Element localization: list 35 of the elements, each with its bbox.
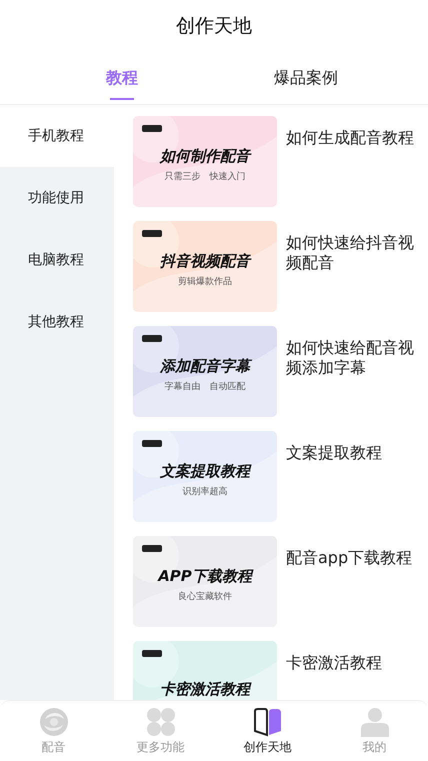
tag-icon — [142, 440, 162, 447]
banner-title: 文案提取教程 — [160, 462, 250, 480]
person-icon — [360, 706, 390, 736]
tag-icon — [142, 545, 162, 552]
nav-book-button[interactable]: 创作天地 — [214, 701, 321, 761]
tab[interactable]: 教程 — [30, 52, 214, 104]
tag-icon — [142, 230, 162, 237]
banner-title: 添加配音字幕 — [160, 356, 250, 376]
tutorial-title[interactable]: 如何快速给配音视频添加字幕 — [286, 326, 416, 378]
banner-title: APP下载教程 — [158, 566, 252, 586]
banner-subtitle: 剪辑爆款作品 — [178, 276, 232, 288]
tutorial-title[interactable]: 文案提取教程 — [286, 431, 416, 463]
tutorial-title[interactable]: 如何生成配音教程 — [286, 116, 416, 148]
banner-title: 抖音视频配音 — [160, 252, 250, 270]
tutorial-title[interactable]: 卡密激活教程 — [286, 641, 416, 673]
sidebar-item[interactable]: 其他教程 — [0, 291, 114, 353]
tutorial-title[interactable]: 如何快速给抖音视频配音 — [286, 221, 416, 273]
sidebar-item[interactable]: 手机教程 — [0, 105, 114, 167]
banner-subtitle: 识别率超高 — [182, 486, 228, 498]
swirl-logo-icon — [38, 706, 68, 736]
tag-icon — [142, 125, 162, 132]
page-title: 创作天地 — [176, 14, 252, 39]
banner-subtitle: 只需三步 快速入门 — [164, 170, 246, 182]
grid-icon — [146, 706, 176, 736]
tutorial-title[interactable]: 配音app下载教程 — [286, 536, 416, 568]
banner-subtitle: 字幕自由 自动匹配 — [164, 380, 246, 392]
banner-title: 如何制作配音 — [160, 146, 250, 166]
tab[interactable]: 爆品案例 — [214, 52, 398, 104]
banner-subtitle: 良心宝藏软件 — [178, 590, 232, 602]
book-icon — [252, 706, 282, 736]
banner-title: 卡密激活教程 — [160, 680, 250, 699]
tag-icon — [142, 650, 162, 657]
tag-icon — [142, 335, 162, 342]
sidebar-item[interactable]: 电脑教程 — [0, 229, 114, 291]
sidebar-item[interactable]: 功能使用 — [0, 167, 114, 229]
